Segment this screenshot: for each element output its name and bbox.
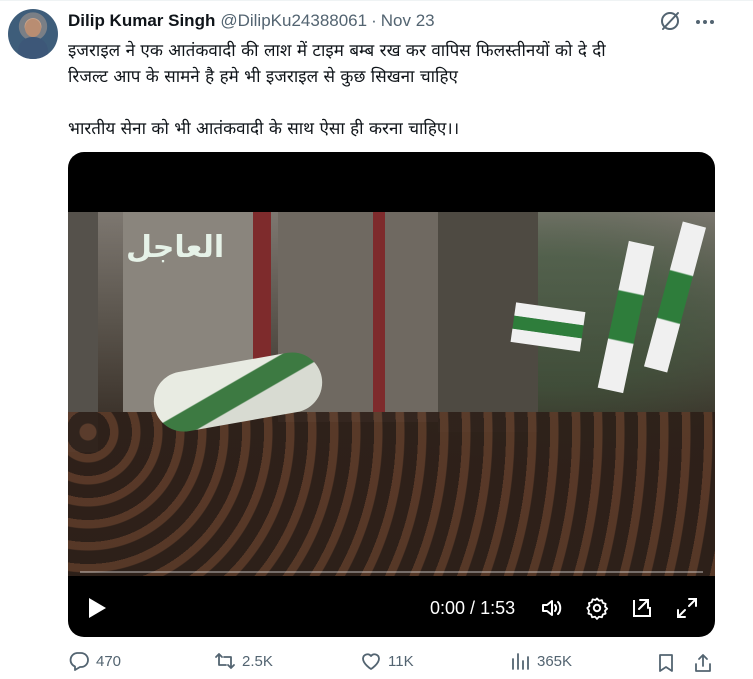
bookmark-icon[interactable]	[655, 652, 677, 674]
tweet-text-line-2: रिजल्ट आप के सामने है हमे भी इजराइल से क…	[68, 67, 458, 87]
video-controls: 0:00 / 1:53	[68, 584, 715, 632]
tweet-text-line-3: भारतीय सेना को भी आतंकवादी के साथ ऐसा ही…	[68, 119, 460, 139]
tweet-actions: 470 2.5K 11K 365K	[68, 650, 718, 676]
share-icon[interactable]	[692, 652, 714, 674]
play-icon[interactable]	[86, 596, 108, 620]
video-frame[interactable]: ﺍﻟﻌﺎﺟﻞ	[68, 212, 715, 576]
time-separator: /	[465, 598, 481, 618]
tweet-header: Dilip Kumar Singh @DilipKu24388061 · Nov…	[68, 10, 435, 32]
avatar-head-shape	[25, 19, 41, 37]
settings-gear-icon[interactable]	[585, 596, 609, 620]
view-count: 365K	[537, 652, 573, 670]
like-button[interactable]: 11K	[360, 650, 414, 672]
video-time: 0:00 / 1:53	[430, 598, 515, 619]
repost-button[interactable]: 2.5K	[214, 650, 273, 672]
author-name[interactable]: Dilip Kumar Singh	[68, 11, 215, 31]
header-separator: ·	[371, 11, 377, 30]
video-player[interactable]: ﺍﻟﻌﺎﺟﻞ 0:00 / 1:53	[68, 152, 715, 637]
volume-icon[interactable]	[540, 596, 564, 620]
tweet-date[interactable]: Nov 23	[381, 11, 435, 31]
reply-icon	[69, 652, 89, 671]
avatar-body-shape	[18, 37, 48, 59]
video-overlay-text: ﺍﻟﻌﺎﺟﻞ	[126, 230, 225, 265]
more-options-icon[interactable]	[694, 11, 716, 33]
top-divider	[0, 0, 753, 1]
reply-count: 470	[96, 652, 122, 670]
repost-count: 2.5K	[242, 652, 273, 670]
fullscreen-icon[interactable]	[675, 596, 699, 620]
author-handle[interactable]: @DilipKu24388061	[220, 11, 367, 31]
heart-icon	[362, 653, 380, 670]
like-count: 11K	[388, 652, 414, 670]
time-current: 0:00	[430, 598, 466, 618]
pip-icon[interactable]	[630, 596, 654, 620]
views-bar-chart-icon	[512, 653, 529, 670]
crowd-scene	[68, 412, 715, 576]
tweet-text-line-1: इजराइल ने एक आतंकवादी की लाश में टाइम बम…	[68, 41, 606, 61]
avatar[interactable]	[8, 9, 58, 59]
reply-button[interactable]: 470	[68, 650, 121, 672]
video-progress-track[interactable]	[80, 571, 703, 573]
repost-icon	[215, 653, 235, 669]
tweet-text: इजराइल ने एक आतंकवादी की लाश में टाइम बम…	[68, 38, 718, 142]
views-button[interactable]: 365K	[509, 650, 572, 672]
grok-icon[interactable]	[658, 9, 682, 33]
time-total: 1:53	[480, 598, 516, 618]
